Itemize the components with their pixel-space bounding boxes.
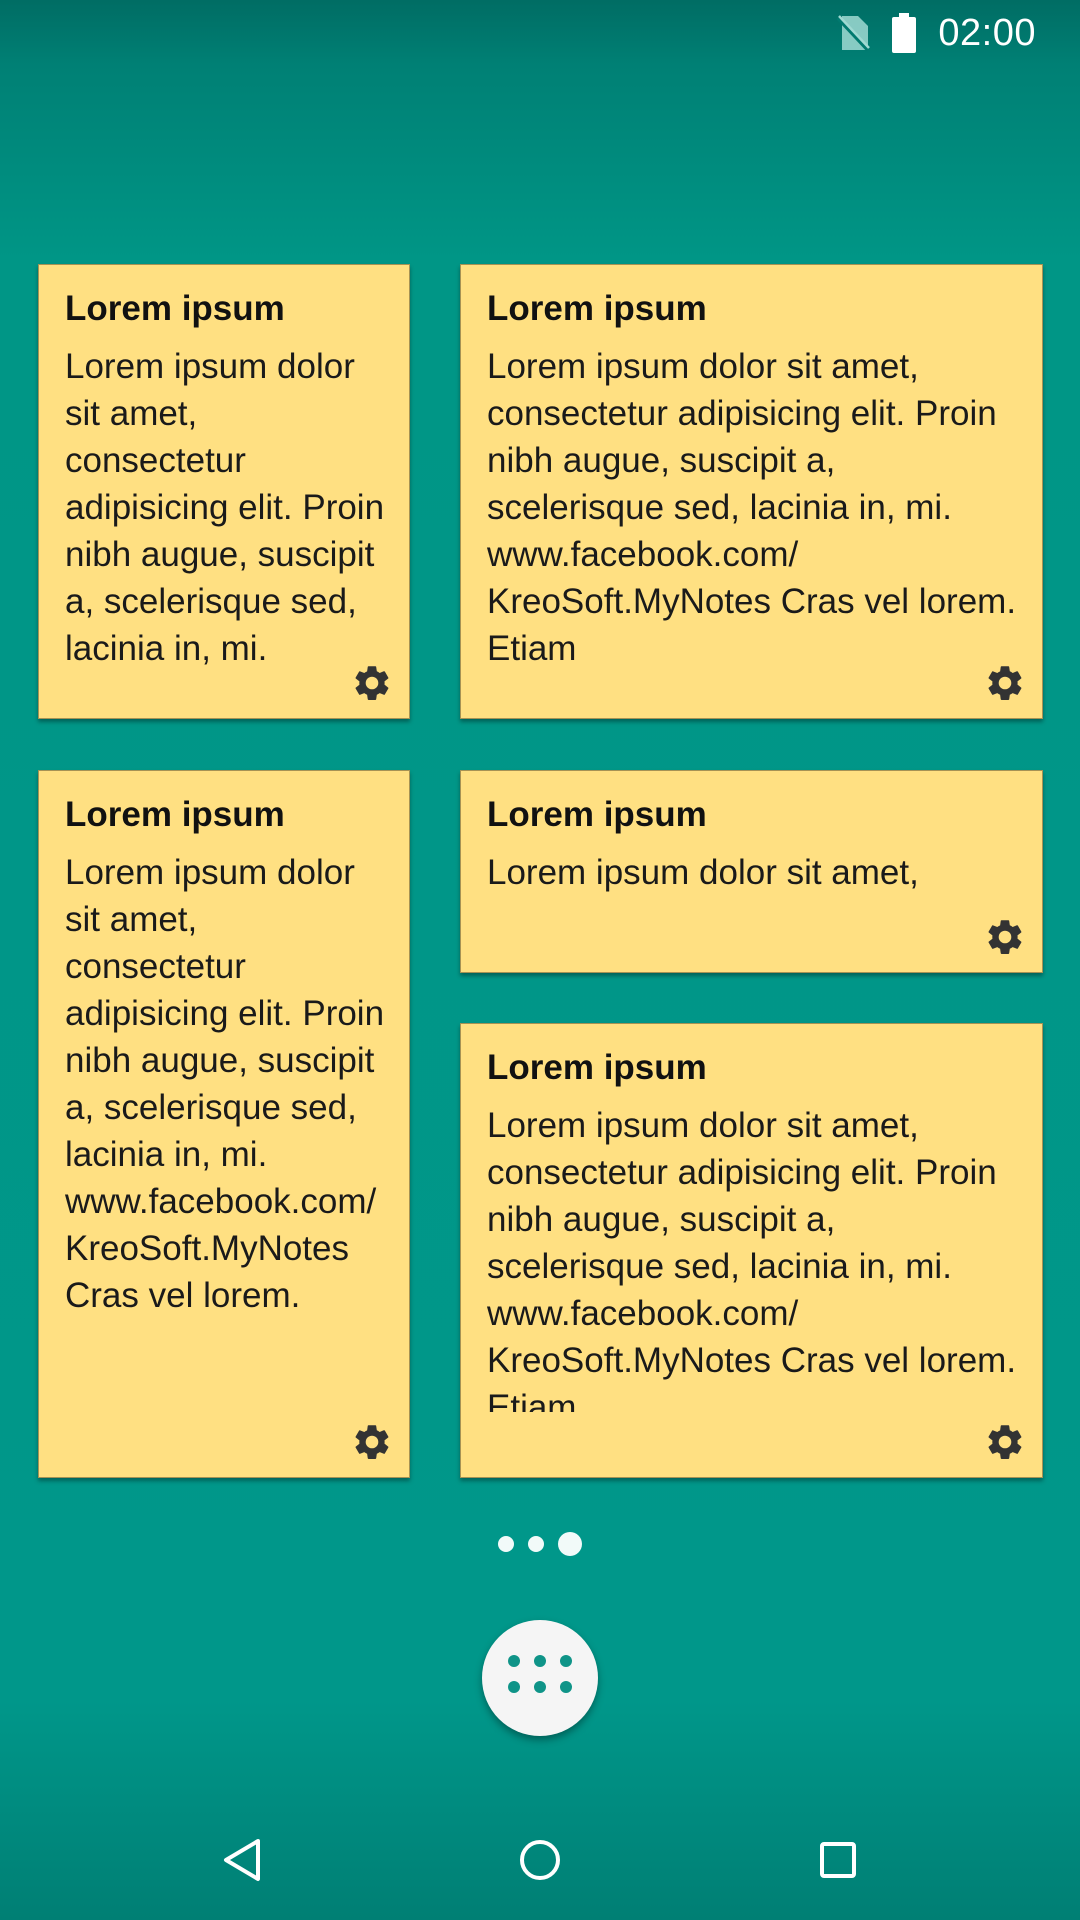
app-drawer-button[interactable] bbox=[482, 1620, 598, 1736]
gear-icon[interactable] bbox=[982, 1419, 1028, 1465]
note-widget[interactable]: Lorem ipsum Lorem ipsum dolor sit amet, … bbox=[38, 264, 410, 719]
battery-icon bbox=[892, 13, 917, 53]
page-indicator bbox=[0, 1532, 1080, 1556]
note-widget[interactable]: Lorem ipsum Lorem ipsum dolor sit amet, … bbox=[460, 264, 1043, 719]
note-title: Lorem ipsum bbox=[487, 289, 707, 328]
note-body: Lorem ipsum dolor sit amet, consectetur … bbox=[487, 347, 1017, 668]
note-body: Lorem ipsum dolor sit amet, consectetur … bbox=[65, 853, 385, 1315]
note-title: Lorem ipsum bbox=[487, 795, 707, 834]
note-title: Lorem ipsum bbox=[65, 289, 285, 328]
note-widget[interactable]: Lorem ipsum Lorem ipsum dolor sit amet, … bbox=[38, 770, 410, 1478]
note-title: Lorem ipsum bbox=[65, 795, 285, 834]
no-sim-icon bbox=[836, 14, 871, 52]
gear-icon[interactable] bbox=[982, 660, 1028, 706]
back-icon[interactable] bbox=[212, 1830, 272, 1890]
note-widget[interactable]: Lorem ipsum Lorem ipsum dolor sit amet, bbox=[460, 770, 1043, 973]
page-dot[interactable] bbox=[528, 1536, 544, 1552]
page-dot-active[interactable] bbox=[558, 1532, 582, 1556]
note-body: Lorem ipsum dolor sit amet, bbox=[487, 853, 919, 892]
gear-icon[interactable] bbox=[349, 660, 395, 706]
navigation-bar bbox=[0, 1800, 1080, 1920]
gear-icon[interactable] bbox=[349, 1419, 395, 1465]
recents-icon[interactable] bbox=[808, 1830, 868, 1890]
note-widget[interactable]: Lorem ipsum Lorem ipsum dolor sit amet, … bbox=[460, 1023, 1043, 1478]
note-body: Lorem ipsum dolor sit amet, consectetur … bbox=[65, 347, 385, 668]
gear-icon[interactable] bbox=[982, 914, 1028, 960]
app-grid-icon bbox=[508, 1655, 572, 1701]
clock: 02:00 bbox=[938, 11, 1036, 54]
home-icon[interactable] bbox=[510, 1830, 570, 1890]
note-title: Lorem ipsum bbox=[487, 1048, 707, 1087]
status-bar: 02:00 bbox=[0, 0, 1080, 66]
page-dot[interactable] bbox=[498, 1536, 514, 1552]
note-body: Lorem ipsum dolor sit amet, consectetur … bbox=[487, 1106, 1017, 1412]
